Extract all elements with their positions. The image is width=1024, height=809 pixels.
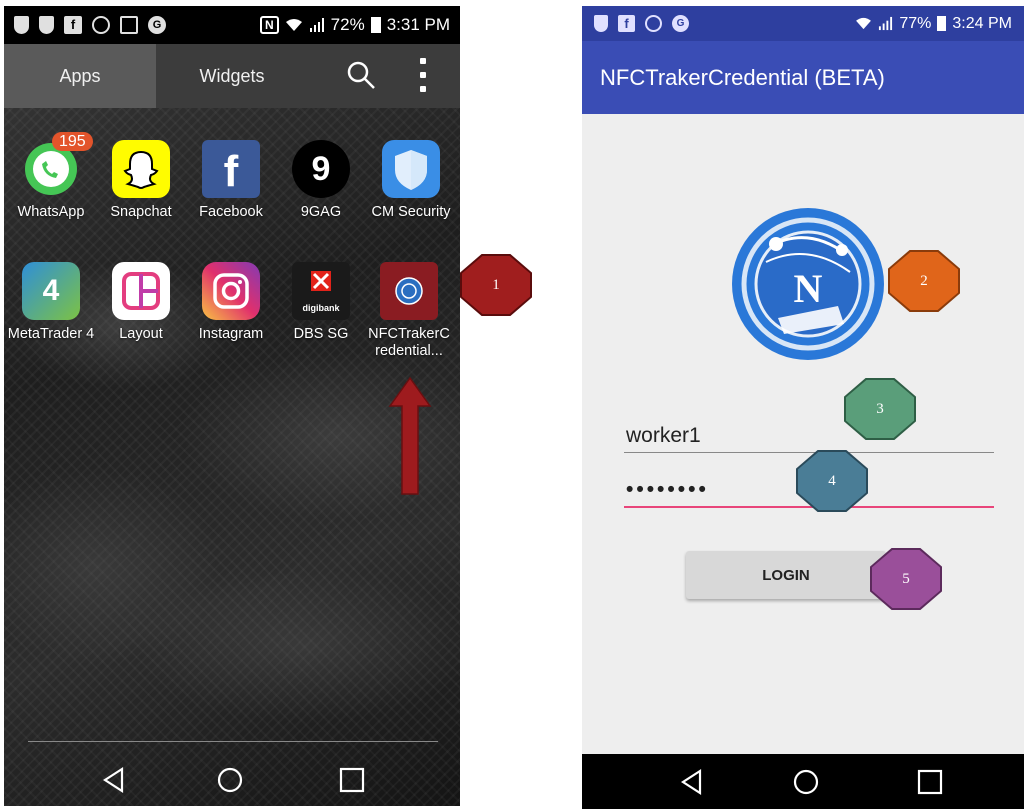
signal-icon	[309, 18, 324, 32]
battery-percent: 72%	[330, 15, 365, 34]
facebook-notification-icon: f	[64, 16, 82, 34]
app-label: WhatsApp	[17, 204, 85, 220]
whatsapp-notification-icon	[92, 16, 110, 34]
dbs-subtext: digibank	[302, 303, 340, 313]
metatrader-icon: 4	[22, 262, 80, 320]
arrow-pointer	[388, 376, 432, 495]
login-button[interactable]: LOGIN	[686, 551, 886, 599]
status-bar: f G N 72% 3:31 PM	[4, 6, 460, 44]
app-instagram[interactable]: Instagram	[186, 262, 276, 343]
app-label: 9GAG	[300, 204, 342, 220]
snapchat-icon	[112, 140, 170, 198]
layout-icon	[112, 262, 170, 320]
shield-icon	[14, 16, 29, 34]
username-field[interactable]: worker1	[624, 424, 994, 453]
back-icon[interactable]	[100, 766, 128, 794]
app-label: Layout	[119, 326, 163, 342]
app-label: Instagram	[198, 326, 264, 342]
app-metatrader[interactable]: 4 MetaTrader 4	[6, 262, 96, 343]
annotation-marker-1: 1	[460, 254, 532, 316]
instagram-icon	[202, 262, 260, 320]
username-input[interactable]: worker1	[624, 424, 994, 448]
logo-letter: N	[794, 266, 823, 311]
app-bar: NFCTrakerCredential (BETA)	[582, 41, 1024, 114]
battery-icon	[937, 16, 947, 31]
status-time: 3:31 PM	[386, 15, 450, 34]
notification-badge: 195	[52, 132, 93, 151]
nfctraker-icon	[380, 262, 438, 320]
shield-icon	[39, 16, 54, 34]
overflow-menu-icon[interactable]	[418, 58, 428, 92]
nfc-logo: N	[732, 208, 884, 360]
app-facebook[interactable]: f Facebook	[186, 140, 276, 221]
app-layout[interactable]: Layout	[96, 262, 186, 343]
tab-widgets[interactable]: Widgets	[156, 44, 308, 108]
status-time: 3:24 PM	[952, 14, 1012, 32]
g-notification-icon: G	[148, 16, 166, 34]
app-label: Facebook	[199, 204, 263, 220]
app-label: MetaTrader 4	[7, 326, 95, 342]
app-9gag[interactable]: 9 9GAG	[276, 140, 366, 221]
app-label: Snapchat	[110, 204, 172, 220]
facebook-icon: f	[202, 140, 260, 198]
whatsapp-notification-icon	[645, 15, 662, 32]
wifi-icon	[856, 17, 872, 30]
app-label: CM Security	[371, 204, 451, 220]
whatsapp-icon: 195	[22, 132, 93, 198]
g-notification-icon: G	[672, 15, 689, 32]
home-icon[interactable]	[792, 768, 820, 796]
cm-security-icon	[382, 140, 440, 198]
gallery-notification-icon	[120, 16, 138, 34]
facebook-notification-icon: f	[618, 15, 635, 32]
home-icon[interactable]	[216, 766, 244, 794]
9gag-icon: 9	[292, 140, 350, 198]
nfc-icon: N	[259, 16, 279, 34]
right-phone-screen: f G 77% 3:24 PM NFCTrakerCredential (BET…	[582, 6, 1024, 809]
dock-divider	[28, 741, 438, 742]
status-bar: f G 77% 3:24 PM	[582, 6, 1024, 41]
username-underline	[624, 452, 994, 453]
app-cm-security[interactable]: CM Security	[366, 140, 456, 221]
signal-icon	[879, 16, 893, 31]
wifi-icon	[285, 19, 302, 31]
app-title: NFCTrakerCredential (BETA)	[600, 64, 885, 90]
password-underline	[624, 506, 994, 508]
drawer-tabs: Apps Widgets	[4, 44, 460, 108]
battery-icon	[370, 17, 381, 33]
back-icon[interactable]	[678, 768, 706, 796]
dbs-icon: digibank	[292, 262, 350, 320]
navigation-bar	[582, 754, 1024, 809]
app-nfctraker[interactable]: NFCTrakerCredential...	[364, 262, 454, 360]
recents-icon[interactable]	[338, 766, 366, 794]
recents-icon[interactable]	[916, 768, 944, 796]
app-label: NFCTrakerCredential...	[368, 326, 450, 359]
shield-icon	[594, 15, 608, 32]
search-icon[interactable]	[346, 60, 376, 90]
app-dbs[interactable]: digibank DBS SG	[276, 262, 366, 343]
app-whatsapp[interactable]: 195 WhatsApp	[6, 132, 96, 221]
navigation-bar	[4, 754, 460, 806]
app-snapchat[interactable]: Snapchat	[96, 140, 186, 221]
tab-apps[interactable]: Apps	[4, 44, 156, 108]
app-label: DBS SG	[293, 326, 349, 342]
battery-percent: 77%	[899, 14, 932, 32]
